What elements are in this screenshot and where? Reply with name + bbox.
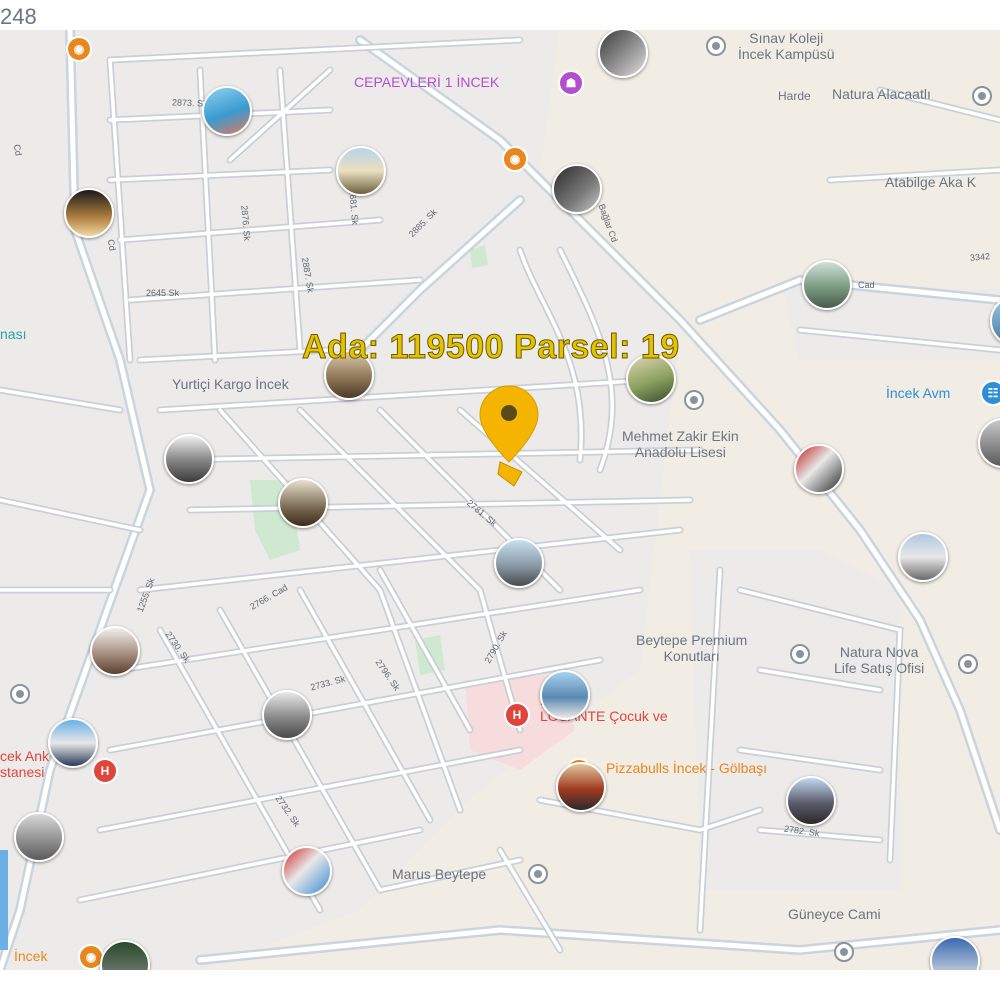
photo-thumbnail-icon[interactable] bbox=[48, 718, 98, 768]
photo-thumbnail-icon[interactable] bbox=[598, 30, 648, 78]
restaurant-icon[interactable]: ◉ bbox=[502, 146, 528, 172]
place-icon[interactable] bbox=[958, 654, 978, 674]
photo-thumbnail-icon[interactable] bbox=[90, 626, 140, 676]
street-label: Cd bbox=[105, 238, 118, 252]
photo-thumbnail-icon[interactable] bbox=[164, 434, 214, 484]
photo-thumbnail-icon[interactable] bbox=[540, 670, 590, 720]
poi-incek-avm[interactable]: İncek Avm bbox=[886, 385, 950, 401]
poi-natura[interactable]: Natura Alacaatlı bbox=[832, 86, 931, 102]
photo-thumbnail-icon[interactable] bbox=[14, 812, 64, 862]
place-icon[interactable] bbox=[10, 684, 30, 704]
poi-cepaevleri[interactable]: CEPAEVLERİ 1 İNCEK bbox=[354, 74, 499, 90]
photo-thumbnail-icon[interactable] bbox=[64, 188, 114, 238]
school-icon[interactable] bbox=[706, 36, 726, 56]
poi-marus-beytepe[interactable]: Marus Beytepe bbox=[392, 866, 486, 882]
poi-incek-bottom[interactable]: İncek bbox=[14, 948, 47, 964]
poi-natura-nova[interactable]: Natura Nova Life Satış Ofisi bbox=[834, 644, 924, 676]
poi-edge-left: nası bbox=[0, 326, 27, 342]
photo-thumbnail-icon[interactable] bbox=[786, 776, 836, 826]
photo-thumbnail-icon[interactable] bbox=[556, 762, 606, 812]
place-icon[interactable] bbox=[834, 942, 854, 962]
photo-thumbnail-icon[interactable] bbox=[802, 260, 852, 310]
poi-incek-anka[interactable]: cek Ank stanesi bbox=[0, 748, 49, 780]
corner-number: 248 bbox=[0, 4, 37, 29]
street-label: Cad bbox=[858, 280, 875, 290]
restaurant-icon[interactable]: ◉ bbox=[66, 36, 92, 62]
poi-yurtici-kargo[interactable]: Yurtiçi Kargo İncek bbox=[172, 376, 289, 392]
shopping-icon[interactable]: ☷ bbox=[980, 380, 1000, 406]
photo-thumbnail-icon[interactable] bbox=[494, 538, 544, 588]
photo-thumbnail-icon[interactable] bbox=[278, 478, 328, 528]
photo-thumbnail-icon[interactable] bbox=[262, 690, 312, 740]
photo-thumbnail-icon[interactable] bbox=[336, 146, 386, 196]
place-icon[interactable] bbox=[790, 644, 810, 664]
photo-thumbnail-icon[interactable] bbox=[282, 846, 332, 896]
school-icon[interactable] bbox=[684, 390, 704, 410]
hospital-icon[interactable]: H bbox=[504, 702, 530, 728]
street-label: Cd bbox=[11, 143, 24, 157]
hospital-icon[interactable]: H bbox=[92, 758, 118, 784]
poi-sinav-koleji[interactable]: Sınav Koleji İncek Kampüsü bbox=[738, 30, 835, 62]
place-icon[interactable] bbox=[972, 86, 992, 106]
shopping-icon[interactable]: ☗ bbox=[558, 70, 584, 96]
place-icon[interactable] bbox=[528, 864, 548, 884]
map-canvas[interactable]: 2873. Sk Cd 2876. Sk 2645 Sk 2887. Sk 28… bbox=[0, 30, 1000, 970]
photo-thumbnail-icon[interactable] bbox=[552, 164, 602, 214]
photo-thumbnail-icon[interactable] bbox=[898, 532, 948, 582]
photo-thumbnail-icon[interactable] bbox=[202, 86, 252, 136]
photo-thumbnail-icon[interactable] bbox=[794, 444, 844, 494]
map-base-layer bbox=[0, 30, 1000, 970]
poi-guneyce-cami[interactable]: Güneyce Cami bbox=[788, 906, 881, 922]
poi-pizzabulls[interactable]: Pizzabulls İncek - Gölbaşı bbox=[606, 760, 767, 776]
poi-beytepe-premium[interactable]: Beytepe Premium Konutları bbox=[636, 632, 747, 664]
street-label: 2645 Sk bbox=[146, 288, 180, 298]
poi-harde: Harde bbox=[778, 89, 811, 103]
poi-atabilge[interactable]: Atabilge Aka K bbox=[885, 174, 976, 190]
poi-mehmet-zakir[interactable]: Mehmet Zakir Ekin Anadolu Lisesi bbox=[622, 428, 739, 460]
street-label: 3342 bbox=[969, 251, 991, 263]
parcel-label: Ada: 119500 Parsel: 19 bbox=[302, 328, 680, 367]
